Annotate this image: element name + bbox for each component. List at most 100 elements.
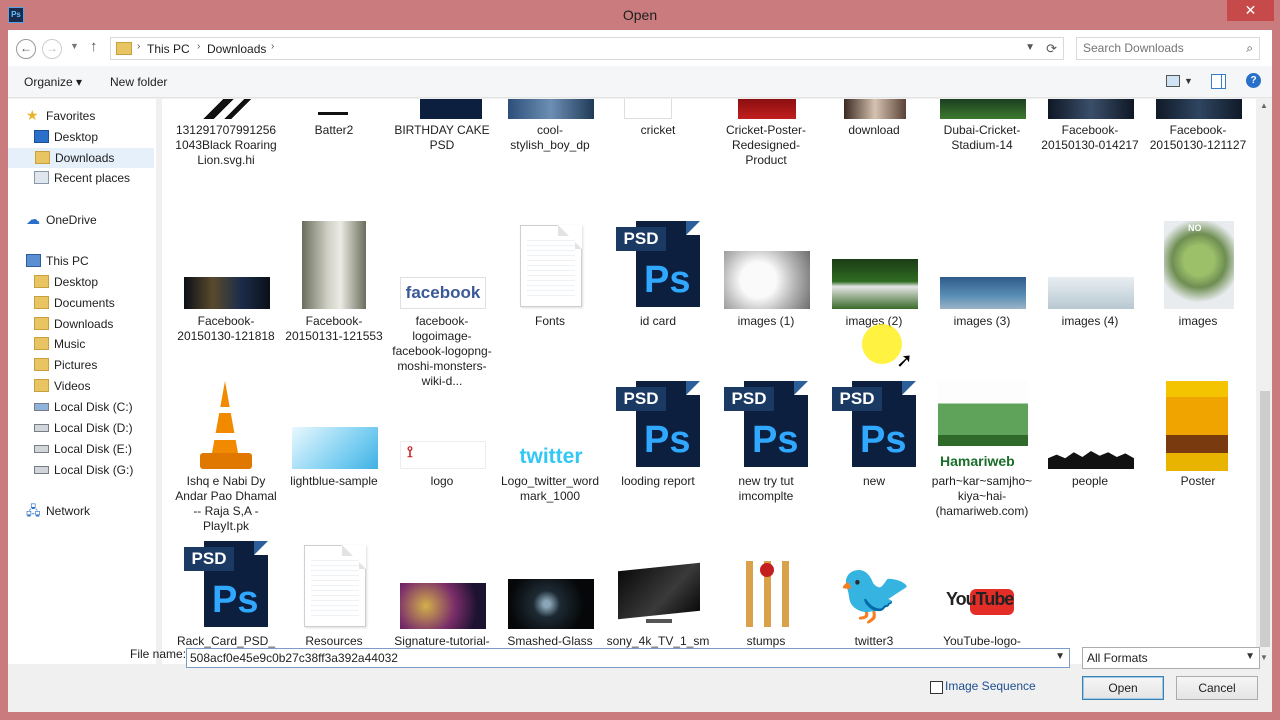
nav-music[interactable]: Music xyxy=(34,335,154,355)
file-name: twitter3 xyxy=(854,634,894,648)
breadcrumb-downloads[interactable]: Downloads xyxy=(207,42,266,56)
address-bar[interactable]: › This PC › Downloads › ▼ ⟳ xyxy=(110,37,1064,60)
file-name: Batter2 xyxy=(314,123,354,137)
file-name: facebook-logoimage-facebook-logopng-mosh… xyxy=(392,314,492,388)
back-button[interactable]: ← xyxy=(16,39,36,59)
ps-label: Ps xyxy=(644,259,691,301)
folder-icon xyxy=(34,317,49,330)
file-name: id card xyxy=(639,314,677,328)
drive-icon xyxy=(34,445,49,453)
address-dropdown-icon[interactable]: ▼ xyxy=(1025,42,1035,53)
file-name: download xyxy=(848,123,900,137)
file-name-input[interactable] xyxy=(190,651,1040,665)
change-view-icon[interactable] xyxy=(1166,75,1180,87)
chevron-down-icon[interactable]: ▼ xyxy=(1245,651,1255,662)
file-name: Facebook-20150130-121818 xyxy=(177,314,275,343)
file-name: parh~kar~samjho~kiya~hai-(hamariweb.com) xyxy=(931,474,1033,518)
refresh-icon[interactable]: ⟳ xyxy=(1046,41,1057,57)
psd-tab-label: PSD xyxy=(724,387,774,411)
scroll-up-icon[interactable]: ▲ xyxy=(1260,101,1268,110)
nav-label: Desktop xyxy=(54,275,99,289)
forward-button[interactable]: → xyxy=(42,39,62,59)
nav-network[interactable]: 🖧 Network xyxy=(26,502,146,522)
nav-disk-d[interactable]: Local Disk (D:) xyxy=(34,419,154,439)
image-sequence-label[interactable]: Image Sequence xyxy=(945,679,1036,693)
folder-icon xyxy=(34,296,49,309)
file-name: Cricket-Poster-Redesigned-Product xyxy=(725,123,806,167)
file-thumbnail xyxy=(724,251,810,309)
view-options-dropdown[interactable]: ▼ xyxy=(1184,76,1193,86)
file-name: Dubai-Cricket-Stadium-14 xyxy=(943,123,1021,152)
blank-document-icon xyxy=(304,545,366,627)
address-row: ← → ▼ ↑ › This PC › Downloads › ▼ ⟳ ⌕ xyxy=(8,30,1272,66)
nav-label: Downloads xyxy=(54,317,114,331)
mouse-pointer-icon: ➚ xyxy=(896,350,913,372)
file-name-combobox[interactable]: ▼ xyxy=(186,648,1070,668)
cancel-button[interactable]: Cancel xyxy=(1176,676,1258,700)
file-thumbnail xyxy=(738,99,796,119)
music-folder-icon xyxy=(34,337,49,350)
recent-locations-dropdown[interactable]: ▼ xyxy=(70,41,79,51)
search-icon[interactable]: ⌕ xyxy=(1246,41,1253,56)
title-bar[interactable]: Ps Open ✕ xyxy=(0,0,1280,30)
nav-desktop[interactable]: Desktop xyxy=(34,128,154,148)
file-thumbnail xyxy=(1048,99,1134,119)
psd-file-icon: PSD Ps xyxy=(832,381,916,473)
breadcrumb-this-pc[interactable]: This PC xyxy=(147,42,190,56)
up-button[interactable]: ↑ xyxy=(90,38,98,55)
chevron-right-icon[interactable]: › xyxy=(271,41,274,52)
file-name: cricket xyxy=(640,123,676,137)
preview-pane-icon[interactable] xyxy=(1211,74,1226,89)
nav-pictures[interactable]: Pictures xyxy=(34,356,154,376)
vertical-scrollbar[interactable]: ▲ ▼ xyxy=(1257,99,1272,664)
nav-recent-places[interactable]: Recent places xyxy=(34,169,154,189)
nav-downloads[interactable]: Downloads xyxy=(8,148,154,168)
nav-favorites[interactable]: ★ Favorites xyxy=(26,107,146,127)
open-button[interactable]: Open xyxy=(1082,676,1164,700)
facebook-logo-thumbnail: facebook xyxy=(400,277,486,309)
file-thumbnail xyxy=(940,277,1026,309)
help-icon[interactable]: ? xyxy=(1246,73,1261,88)
file-name: people xyxy=(1071,474,1109,488)
thumbnail-caption: Hamariweb xyxy=(940,453,1015,469)
pictures-folder-icon xyxy=(34,358,49,371)
close-button[interactable]: ✕ xyxy=(1227,0,1274,21)
chevron-right-icon[interactable]: › xyxy=(137,41,140,52)
nav-disk-c[interactable]: Local Disk (C:) xyxy=(34,398,154,418)
nav-pc-desktop[interactable]: Desktop xyxy=(34,273,154,293)
nav-videos[interactable]: Videos xyxy=(34,377,154,397)
blank-document-icon xyxy=(520,225,582,307)
drive-icon xyxy=(34,424,49,432)
nav-label: Music xyxy=(54,337,86,351)
file-name: Smashed-Glass xyxy=(507,634,593,648)
file-format-select[interactable]: All Formats ▼ xyxy=(1082,647,1260,669)
window-title: Open xyxy=(622,7,658,23)
psd-file-icon: PSD Ps xyxy=(616,381,700,473)
search-box[interactable]: ⌕ xyxy=(1076,37,1260,60)
nav-this-pc[interactable]: This PC xyxy=(26,252,146,272)
image-sequence-checkbox[interactable] xyxy=(930,681,943,694)
psd-tab-label: PSD xyxy=(616,227,666,251)
psd-tab-label: PSD xyxy=(616,387,666,411)
psd-tab-label: PSD xyxy=(832,387,882,411)
nav-disk-e[interactable]: Local Disk (E:) xyxy=(34,440,154,460)
nav-disk-g[interactable]: Local Disk (G:) xyxy=(34,461,154,481)
file-name: Poster xyxy=(1180,474,1216,488)
nav-documents[interactable]: Documents xyxy=(34,294,154,314)
file-thumbnail xyxy=(508,99,594,119)
nav-pc-downloads[interactable]: Downloads xyxy=(34,315,154,335)
scroll-down-icon[interactable]: ▼ xyxy=(1260,653,1268,662)
search-input[interactable] xyxy=(1083,41,1233,55)
organize-button[interactable]: Organize ▾ xyxy=(24,75,82,89)
twitter-bird-icon: 🐦 xyxy=(832,561,918,629)
dialog-client: ← → ▼ ↑ › This PC › Downloads › ▼ ⟳ ⌕ Or… xyxy=(8,30,1272,712)
ps-label: Ps xyxy=(212,579,259,621)
chevron-right-icon[interactable]: › xyxy=(197,41,200,52)
ps-label: Ps xyxy=(860,419,907,461)
new-folder-button[interactable]: New folder xyxy=(110,75,167,89)
scrollbar-thumb[interactable] xyxy=(1260,391,1270,647)
nav-label: Recent places xyxy=(54,171,131,185)
file-name: 1312917079912561043Black Roaring Lion.sv… xyxy=(175,123,277,167)
chevron-down-icon[interactable]: ▼ xyxy=(1055,651,1065,662)
nav-onedrive[interactable]: ☁ OneDrive xyxy=(26,211,146,231)
